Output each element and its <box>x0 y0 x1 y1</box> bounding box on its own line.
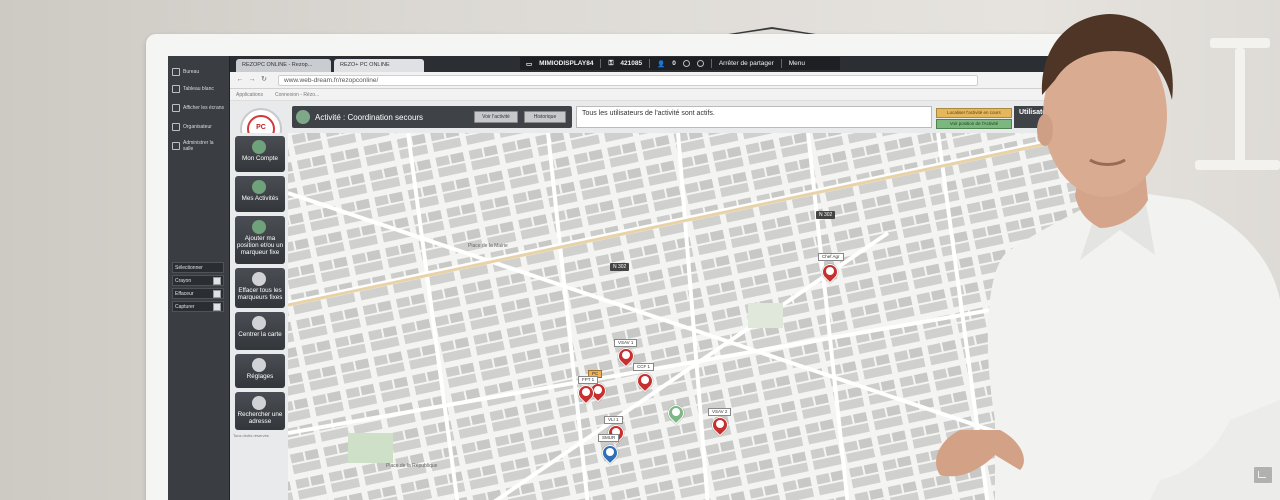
wb-item-admin-room[interactable]: Administrer la salle <box>172 137 225 155</box>
browser-tab-2[interactable]: REZO+ PC ONLINE <box>334 59 424 72</box>
share-code: 421085 <box>620 60 643 67</box>
app-sidebar: Mon Compte Mes Activités Ajouter ma posi… <box>230 133 288 500</box>
map-pin-truck[interactable] <box>614 344 638 368</box>
marker-icon <box>672 408 680 416</box>
pin-label: FPT 1 <box>578 376 599 384</box>
browser-tab-1[interactable]: REZOPC ONLINE - Rezop... <box>236 59 331 72</box>
desktop-icon <box>172 68 180 76</box>
fullscreen-icon[interactable] <box>1253 466 1273 484</box>
close-icon <box>252 272 266 286</box>
add-position-button[interactable]: Ajouter ma position et/ou un marqueur fi… <box>235 216 285 264</box>
truck-icon <box>826 267 834 275</box>
my-account-button[interactable]: Mon Compte <box>235 136 285 172</box>
stop-sharing-button[interactable]: Arrêter de partager <box>719 60 774 67</box>
device-name: MIMIODISPLAY84 <box>539 60 594 67</box>
group-icon <box>252 180 266 194</box>
organizer-icon <box>172 123 180 131</box>
bookmark-login[interactable]: Connexion - Rézo... <box>275 92 319 98</box>
logo-text: PC <box>256 124 266 131</box>
map-pin-medical[interactable] <box>598 441 622 465</box>
capture-swatch[interactable] <box>213 302 221 311</box>
screens-icon <box>172 104 180 112</box>
fire-icon <box>641 376 649 384</box>
pin-label: VSAV 1 <box>614 339 638 347</box>
pin-label: Chef Agr <box>818 253 844 261</box>
mic-icon[interactable] <box>682 60 690 67</box>
move-icon <box>252 316 266 330</box>
history-button[interactable]: Historique <box>524 111 566 123</box>
tool-capture[interactable]: Capturer <box>172 301 224 312</box>
participant-count: 0 <box>672 60 676 67</box>
link-icon[interactable] <box>696 60 704 67</box>
street-label: Place de la Mairie <box>468 243 508 249</box>
pin-label: VLI 1 <box>604 416 623 424</box>
wb-item-show-screens[interactable]: Afficher les écrans <box>172 99 225 117</box>
users-status-message: Tous les utilisateurs de l'activité sont… <box>576 106 932 128</box>
menu-button[interactable]: Menu <box>789 60 805 67</box>
my-activities-button[interactable]: Mes Activités <box>235 176 285 212</box>
location-icon <box>252 220 266 234</box>
participants-icon: 👤 <box>657 60 666 68</box>
forward-icon[interactable]: → <box>248 76 256 84</box>
center-map-button[interactable]: Centrer la carte <box>235 312 285 350</box>
road-badge: N 302 <box>610 263 630 271</box>
tool-select[interactable]: Sélectionner <box>172 262 224 273</box>
medical-icon <box>606 448 614 456</box>
user-icon <box>252 140 266 154</box>
road-badge: N 302 <box>816 211 836 219</box>
screen-share-bar: ▭ MIMIODISPLAY84 ⚿ 421085 👤 0 Arrêter de… <box>520 57 840 70</box>
truck-icon <box>622 351 630 359</box>
search-address-button[interactable]: Rechercher une adresse <box>235 392 285 430</box>
clear-markers-button[interactable]: Effacer tous les marqueurs fixes <box>235 268 285 308</box>
map-pin-truck[interactable] <box>708 413 732 437</box>
bookmark-apps[interactable]: Applications <box>236 92 263 98</box>
tool-eraser[interactable]: Effaceur <box>172 288 224 299</box>
back-icon[interactable]: ← <box>236 76 244 84</box>
pen-swatch[interactable] <box>213 276 221 285</box>
map-pin-truck[interactable] <box>818 260 842 284</box>
wb-item-whiteboard[interactable]: Tableau blanc <box>172 82 225 96</box>
display-icon: ▭ <box>526 60 533 68</box>
map-pin-fire[interactable] <box>574 381 598 405</box>
key-icon: ⚿ <box>608 59 614 67</box>
fire-icon <box>582 388 590 396</box>
tool-pen[interactable]: Crayon <box>172 275 224 286</box>
pin-label: CCF 1 <box>633 363 655 371</box>
command-icon <box>594 386 602 394</box>
presenter-figure <box>936 14 1280 500</box>
eraser-swatch[interactable] <box>213 289 221 298</box>
truck-icon <box>716 420 724 428</box>
view-activity-button[interactable]: Voir l'activité <box>474 111 518 123</box>
activity-title: Activité : Coordination secours <box>315 112 424 122</box>
activity-bar: Activité : Coordination secours Voir l'a… <box>292 106 572 128</box>
pin-label: VSAV 2 <box>708 408 732 416</box>
admin-icon <box>172 142 180 150</box>
wb-item-desktop[interactable]: Bureau <box>172 65 225 79</box>
map-pin-marker[interactable] <box>664 401 688 425</box>
wb-tools: Sélectionner Crayon Effaceur Capturer <box>172 262 224 314</box>
search-settings-icon <box>252 358 266 372</box>
whiteboard-panel: Bureau Tableau blanc Afficher les écrans… <box>168 56 230 500</box>
sidebar-footer: Tous droits réservés <box>233 433 269 438</box>
url-input[interactable]: www.web-dream.fr/rezopconline/ <box>278 75 978 86</box>
settings-button[interactable]: Réglages <box>235 354 285 388</box>
reload-icon[interactable]: ↻ <box>260 76 268 84</box>
group-icon <box>296 110 310 124</box>
wb-item-organizer[interactable]: Organisateur <box>172 120 225 134</box>
street-label: Place de la République <box>386 463 438 469</box>
pin-label: SMUR <box>598 434 620 442</box>
search-icon <box>252 396 266 410</box>
map-pin-fire[interactable] <box>633 369 657 393</box>
whiteboard-icon <box>172 85 180 93</box>
